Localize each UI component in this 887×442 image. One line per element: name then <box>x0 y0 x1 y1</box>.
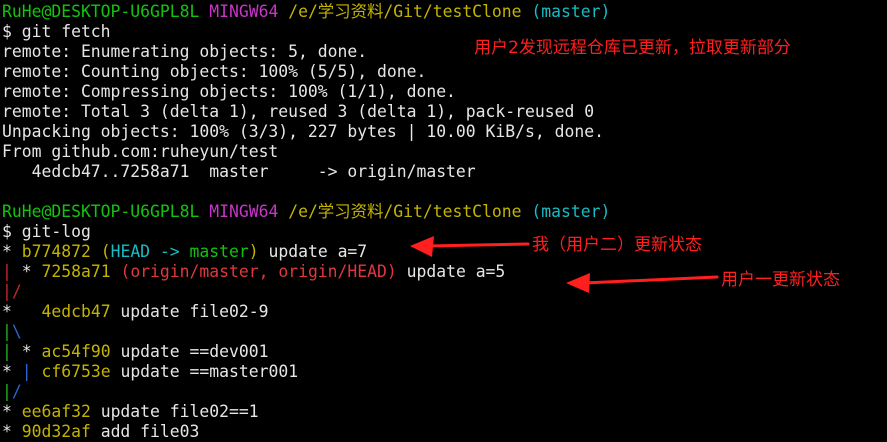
commit-message: update file02==1 <box>90 402 259 421</box>
local-branch-ref: master <box>189 242 249 261</box>
log-line: * b774872 (HEAD -> master) update a=7 <box>2 242 885 262</box>
graph-node: * <box>2 362 22 381</box>
graph-node: * <box>2 242 22 261</box>
log-line: | * ac54f90 update ==dev001 <box>2 342 885 362</box>
user1-state-annotation: 用户一更新状态 <box>721 270 840 290</box>
prompt-shell: MINGW64 <box>209 202 279 221</box>
output-line: From github.com:ruheyun/test <box>2 142 279 161</box>
commit-hash: 4edcb47 <box>41 302 111 321</box>
graph-edge: |/ <box>2 282 22 301</box>
graph-edge: \ <box>11 322 22 341</box>
commit-hash: 7258a71 <box>41 262 111 281</box>
output-line: remote: Compressing objects: 100% (1/1),… <box>2 82 456 101</box>
graph-node: * <box>2 402 22 421</box>
prompt-line: RuHe@DESKTOP-U6GPL8L MINGW64 /e/学习资料/Git… <box>2 2 885 22</box>
commit-message: update ==master001 <box>110 362 299 381</box>
prompt-branch: (master) <box>531 2 611 21</box>
prompt-path: /e/学习资料/Git/testClone <box>288 2 522 21</box>
graph-node: * <box>21 342 42 361</box>
commit-hash: b774872 <box>21 242 91 261</box>
output-line: remote: Total 3 (delta 1), reused 3 (del… <box>2 102 595 121</box>
graph-edge: | <box>2 342 22 361</box>
prompt-user-host: RuHe@DESKTOP-U6GPL8L <box>2 2 200 21</box>
ref-open: ( <box>90 242 111 261</box>
commit-message: update file02-9 <box>110 302 269 321</box>
command-line: $ git-log <box>2 222 91 241</box>
commit-message: update a=5 <box>396 262 506 281</box>
prompt-user-host: RuHe@DESKTOP-U6GPL8L <box>2 202 200 221</box>
commit-hash: 90d32af <box>21 422 91 441</box>
log-line: |\ <box>2 322 885 342</box>
output-line: remote: Counting objects: 100% (5/5), do… <box>2 62 427 81</box>
graph-edge: | <box>21 362 42 381</box>
log-line: * 4edcb47 update file02-9 <box>2 302 885 322</box>
log-line: |/ <box>2 382 885 402</box>
head-ref: HEAD -> <box>110 242 190 261</box>
graph-edge: | <box>2 382 12 401</box>
fetch-annotation: 用户2发现远程仓库已更新，拉取更新部分 <box>474 38 791 58</box>
graph-node: * <box>21 262 42 281</box>
commit-message: update a=7 <box>258 242 368 261</box>
log-line: * | cf6753e update ==master001 <box>2 362 885 382</box>
terminal-output[interactable]: RuHe@DESKTOP-U6GPL8L MINGW64 /e/学习资料/Git… <box>2 2 885 442</box>
prompt-path: /e/学习资料/Git/testClone <box>288 202 522 221</box>
ref-close: ) <box>248 242 259 261</box>
graph-edge: / <box>11 382 22 401</box>
commit-hash: ee6af32 <box>21 402 91 421</box>
prompt-shell: MINGW64 <box>209 2 279 21</box>
commit-message: update ==dev001 <box>110 342 269 361</box>
graph-node: * <box>2 422 22 441</box>
graph-edge: | <box>2 262 22 281</box>
prompt-line: RuHe@DESKTOP-U6GPL8L MINGW64 /e/学习资料/Git… <box>2 202 885 222</box>
prompt-branch: (master) <box>531 202 611 221</box>
remote-refs: (origin/master, origin/HEAD) <box>110 262 397 281</box>
log-line: * 90d32af add file03 <box>2 422 885 442</box>
output-line: 4edcb47..7258a71 master -> origin/master <box>2 162 476 181</box>
graph-edge: | <box>2 322 12 341</box>
commit-hash: cf6753e <box>41 362 111 381</box>
log-line: * ee6af32 update file02==1 <box>2 402 885 422</box>
user2-state-annotation: 我（用户二）更新状态 <box>532 235 702 255</box>
graph-node: * <box>2 302 42 321</box>
commit-message: add file03 <box>90 422 200 441</box>
commit-hash: ac54f90 <box>41 342 111 361</box>
output-line: Unpacking objects: 100% (3/3), 227 bytes… <box>2 122 604 141</box>
